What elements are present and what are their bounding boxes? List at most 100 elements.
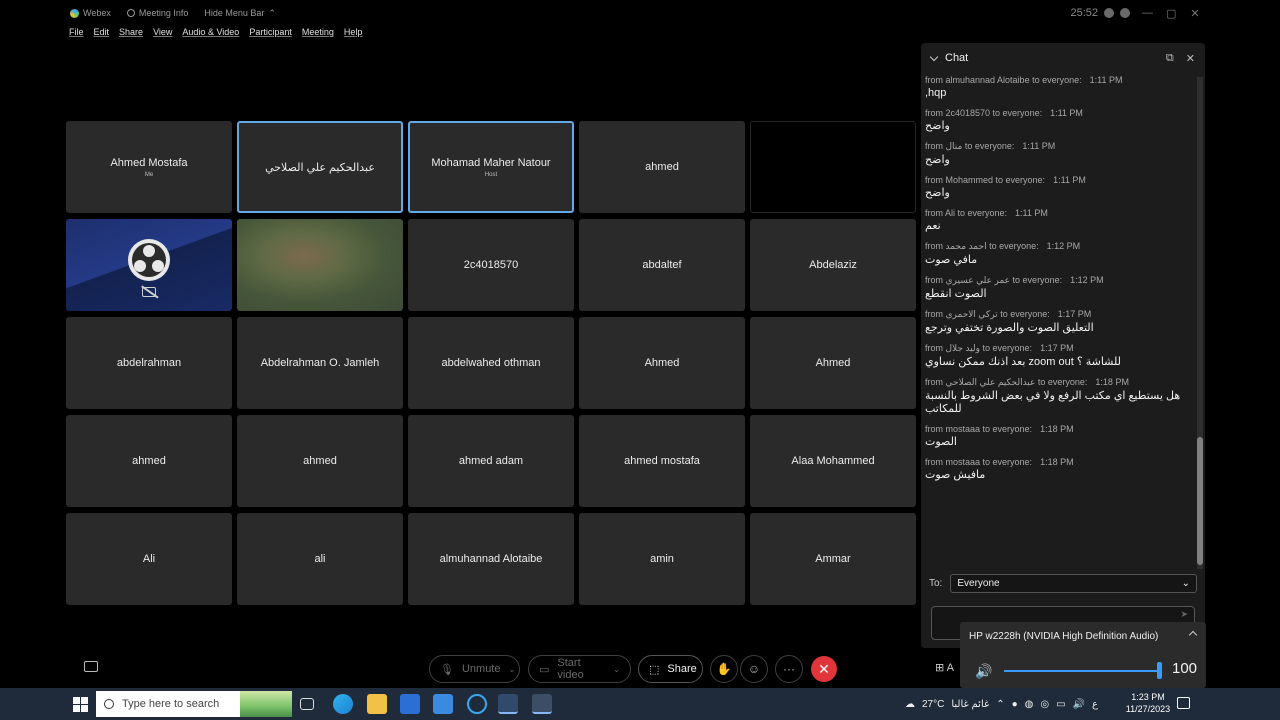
participant-tile[interactable]: Mohamad Maher Natour Host [408,121,574,213]
participant-tile[interactable]: Ahmed [579,317,745,409]
menu-share[interactable]: Share [119,27,143,41]
chevron-down-icon[interactable]: ⌄ [613,665,620,674]
microsoft-store-icon[interactable] [400,694,420,714]
chevron-down-icon: ⌄ [1181,578,1190,589]
menu-meeting[interactable]: Meeting [302,27,334,41]
participant-name: Mohamad Maher Natour [431,156,551,169]
chat-scrollbar[interactable] [1197,77,1203,569]
taskbar-search-box[interactable]: Type here to search [96,691,292,717]
taskbar-clock[interactable]: 1:23 PM 11/27/2023 [1124,691,1172,715]
chat-message-sender: from 2c4018570 to everyone: [925,108,1043,118]
participant-name: ali [314,553,326,565]
participant-tile[interactable] [66,219,232,311]
tray-app-icon[interactable]: ● [1012,699,1018,710]
close-icon[interactable]: ✕ [1186,52,1195,65]
more-options-button[interactable]: ··· [775,655,803,683]
file-explorer-icon[interactable] [367,694,387,714]
participant-tile[interactable]: Ahmed Mostafa Me [66,121,232,213]
participant-tile[interactable]: ahmed mostafa [579,415,745,507]
menu-audio-video[interactable]: Audio & Video [182,27,239,41]
weather-text[interactable]: غائم غالبا [951,699,989,710]
participant-tile[interactable]: abdelwahed othman [408,317,574,409]
participant-name: Ali [142,553,156,565]
tray-app-icon-3[interactable]: ◎ [1040,699,1049,710]
chat-recipient-row: To: Everyone ⌄ [929,574,1197,593]
participant-tile[interactable]: 2c4018570 [408,219,574,311]
recipient-select[interactable]: Everyone ⌄ [950,574,1197,593]
chat-bubble-icon[interactable] [84,661,98,672]
close-window-button[interactable]: ✕ [1190,7,1200,20]
unmute-button[interactable]: 🎙 Unmute ⌄ [429,655,520,683]
apps-label: A [946,662,955,674]
menu-file[interactable]: File [69,27,84,41]
share-button[interactable]: ⬚ Share [638,655,703,683]
menu-help[interactable]: Help [344,27,363,41]
chevron-up-icon[interactable] [1188,630,1198,640]
chat-message: from تركي الاحمري to everyone: 1:17 PM الت… [925,309,1193,335]
status-icon [1104,8,1114,18]
participant-name: ahmed mostafa [624,455,700,467]
notification-icon[interactable] [1177,697,1190,709]
participant-tile[interactable]: Ahmed [750,317,916,409]
participant-tile[interactable]: ahmed [237,415,403,507]
internet-explorer-icon[interactable] [467,694,487,714]
tray-app-icon-2[interactable]: ◍ [1025,699,1034,710]
language-indicator[interactable]: ع [1092,699,1098,710]
menu-participant[interactable]: Participant [249,27,292,41]
network-icon[interactable]: ▭ [1056,699,1065,710]
mail-icon[interactable] [433,694,453,714]
chat-message-time: 1:18 PM [1040,457,1074,467]
app-taskbar-icon[interactable] [532,694,552,714]
chat-message-list[interactable]: from almuhannad Alotaibe to everyone: 1:1… [925,75,1193,575]
participant-tile[interactable]: عبدالحكيم علي الصلاحي [237,121,403,213]
webex-taskbar-icon[interactable] [498,694,518,714]
chevron-down-icon[interactable]: ⌄ [509,665,516,674]
hide-menu-bar-button[interactable]: Hide Menu Bar ⌃ [204,8,276,19]
weather-temp[interactable]: 27°C [922,699,944,710]
chevron-down-icon[interactable] [929,52,939,61]
chat-scrollbar-thumb[interactable] [1197,437,1203,565]
menu-edit[interactable]: Edit [94,27,110,41]
participant-tile[interactable]: ahmed [66,415,232,507]
participant-tile[interactable]: almuhannad Alotaibe [408,513,574,605]
apps-button[interactable]: ⊞ A [935,661,954,674]
participant-tile[interactable]: amin [579,513,745,605]
participant-tile[interactable] [237,219,403,311]
network-icon [1120,8,1130,18]
participant-tile[interactable]: Abdelaziz [750,219,916,311]
chat-message-sender: from mostaaa to everyone: [925,424,1033,434]
participant-name: amin [650,553,674,565]
tray-chevron-up-icon[interactable]: ⌃ [996,699,1004,710]
participant-tile[interactable]: Ammar [750,513,916,605]
to-label: To: [929,578,943,589]
participant-tile[interactable]: abdaltef [579,219,745,311]
chat-message-time: 1:18 PM [1095,377,1129,387]
raise-hand-button[interactable]: ✋ [710,655,738,683]
chat-message-text: مافيش صوت [925,469,986,481]
share-screen-icon: ⬚ [649,663,660,676]
meeting-info-button[interactable]: Meeting Info [126,8,188,18]
participant-tile[interactable]: Abdelrahman O. Jamleh [237,317,403,409]
minimize-button[interactable]: — [1142,7,1153,19]
leave-meeting-button[interactable]: ✕ [811,656,837,682]
participant-tile[interactable]: ali [237,513,403,605]
chat-message-meta: from عبدالحكيم علي الصلاحي to everyone: 1… [925,377,1193,388]
participant-tile[interactable] [750,121,916,213]
volume-icon[interactable]: 🔊 [1073,699,1085,710]
start-video-button[interactable]: ▭ Start video ⌄ [528,655,631,683]
participant-tile[interactable]: Ali [66,513,232,605]
send-icon[interactable]: ➤ [1180,609,1188,620]
edge-browser-icon[interactable] [333,694,353,714]
restore-button[interactable]: ▢ [1166,7,1176,20]
participant-tile[interactable]: ahmed adam [408,415,574,507]
chat-message-sender: from Ali to everyone: [925,208,1008,218]
participant-tile[interactable]: abdelrahman [66,317,232,409]
windows-start-button[interactable] [67,691,93,717]
participant-tile[interactable]: Alaa Mohammed [750,415,916,507]
popout-icon[interactable]: ⧉ [1166,52,1174,65]
participant-tile[interactable]: ahmed [579,121,745,213]
task-view-icon[interactable] [300,698,314,710]
reactions-button[interactable]: ☺ [740,655,768,683]
menu-view[interactable]: View [153,27,172,41]
start-video-label: Start video [557,657,584,681]
